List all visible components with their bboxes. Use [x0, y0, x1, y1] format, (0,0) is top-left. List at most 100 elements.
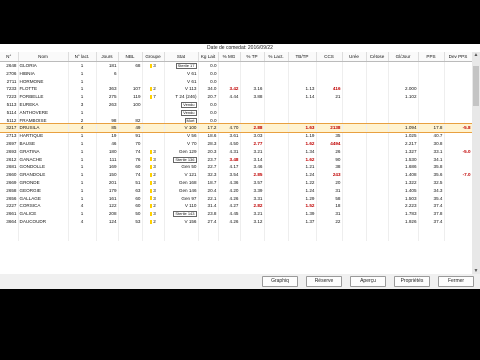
cell-ccs [316, 77, 343, 86]
cell-grp [142, 100, 165, 109]
cell-value: 1 [80, 179, 84, 185]
table-row[interactable]: 5112 FRAMBOISE 2 98 82 Mort 0.0 [0, 116, 472, 125]
graphiq-button[interactable]: Graphiq [262, 276, 298, 287]
cell-value: 3.21 [253, 148, 263, 154]
table-row[interactable]: 2661 GALICE 1 208 50 3 Sterile 143 23.8 4.45 3.21… [0, 210, 472, 218]
table-row[interactable]: 3217 DRUSILA 4 85 49 V 100 17.2 4.70 2.88 1.63 213… [0, 123, 472, 134]
cell-grp: 2 [142, 85, 165, 94]
cell-value: 2.000 [405, 86, 417, 92]
cell-value: 1.327 [405, 148, 417, 154]
column-header[interactable]: N° [0, 52, 19, 62]
proprietes-button[interactable]: Propriétés [394, 276, 430, 287]
column-header[interactable]: PPS [418, 52, 445, 62]
cell-value: 3.16 [253, 86, 263, 92]
cell-value: 37.8 [433, 211, 443, 217]
column-header[interactable]: Gl/Jour [388, 52, 419, 62]
fermer-button[interactable]: Fermer [438, 276, 474, 287]
column-header[interactable]: Stat [164, 52, 199, 62]
cell-jours: 6 [96, 69, 119, 78]
cell-cet [366, 124, 389, 133]
table-row[interactable]: 7233 FLOTTE 1 363 107 2 V 113 34.0 3.42 3.16 1.13 4… [0, 85, 472, 94]
table-row[interactable]: 2660 GRANDOLE 1 150 74 2 V 121 32.3 3.54 2.85 1.24… [0, 171, 472, 179]
cell-jours: 161 [96, 194, 119, 203]
cell-value: 4.27 [229, 203, 239, 209]
table-row[interactable]: 2711 HORMONE 1 V 61 0.0 [0, 77, 472, 86]
cell-jours: 19 [96, 132, 119, 140]
cell-ccs [316, 100, 343, 109]
cell-pps: 37.4 [418, 217, 445, 226]
column-header[interactable]: Urée [342, 52, 367, 62]
cell-kg: 0.0 [198, 108, 219, 117]
cell-pps [418, 69, 445, 78]
table-row[interactable]: 2706 HIBNIA 1 6 V 61 0.0 [0, 69, 472, 78]
column-header[interactable]: Kg Lait [198, 52, 219, 62]
cell-value: 35.6 [433, 172, 443, 178]
table-row[interactable]: 2669 GRONDE 1 201 51 3 Gen 168 18.7 4.36 3.57 1.22… [0, 178, 472, 187]
column-header[interactable]: TB/TP [288, 52, 317, 62]
cell-value: 32.3 [207, 172, 217, 178]
cell-uree [342, 61, 367, 70]
table-row[interactable]: 5113 EUREKA 3 263 100 Vendu 0.0 [0, 100, 472, 109]
cell-ccs [316, 225, 343, 234]
column-header[interactable]: Nom [18, 52, 69, 62]
scroll-up-icon[interactable]: ▲ [472, 52, 480, 59]
apercu-button[interactable]: Aperçu [350, 276, 386, 287]
cell-value: 150 [108, 172, 117, 178]
table-row[interactable]: 3664 DAUCOUDR 4 124 53 2 V 156 27.4 4.26 3.12 1.37… [0, 217, 472, 226]
cell-tbtp [288, 233, 317, 242]
cell-pps [418, 233, 445, 242]
column-header[interactable]: NBL [118, 52, 143, 62]
column-header[interactable]: Jours [96, 52, 119, 62]
cell-value: 0.0 [210, 70, 217, 76]
cell-tbtp: 1.21 [288, 163, 317, 172]
column-header[interactable]: Cétose [366, 52, 389, 62]
table-row[interactable]: 2227 CORSICA 4 122 60 2 V 110 31.4 4.27 2.82 1.52 1… [0, 202, 472, 211]
table-row[interactable]: 2656 GALLAGE 1 161 60 3 Gen 97 22.1 4.26 3.31 1.29… [0, 194, 472, 203]
scroll-thumb[interactable] [473, 66, 479, 106]
column-header[interactable]: % Lact. [264, 52, 289, 62]
column-header[interactable]: % MG [218, 52, 241, 62]
cell-value: Mort [184, 117, 197, 124]
table-row[interactable] [0, 233, 472, 242]
reserve-button[interactable]: Réserve [306, 276, 342, 287]
cell-jours [96, 225, 119, 234]
cell-n: 2706 [0, 69, 19, 78]
cell-value: 1.14 [305, 94, 315, 100]
cell-stat: Vendu [164, 100, 199, 109]
table-row[interactable]: 2713 HARTIQUE 1 19 91 V 56 18.6 3.61 3.03 1.19 35 1… [0, 132, 472, 140]
group-marker-icon [150, 204, 153, 209]
vertical-scrollbar[interactable]: ▲ ▼ [472, 52, 480, 275]
cell-value: 1 [80, 195, 84, 201]
column-header[interactable]: Dev PPS [444, 52, 472, 62]
table-row[interactable]: 5114 ANTHOVERE 1 Vendu 0.0 [0, 108, 472, 117]
table-row[interactable]: 2648 GLORIA 1 181 68 3 Sterile 17 0.0 [0, 61, 472, 70]
table-row[interactable]: 2612 GANACHE 1 111 76 3 Sterile 136 23.7 3.48 3.1… [0, 155, 472, 164]
cell-dev [444, 132, 472, 140]
cell-cet [366, 116, 389, 125]
cell-stat: V 121 [164, 171, 199, 179]
table-row[interactable]: 2681 GONDOLLE 1 169 60 3 Gen 50 22.7 4.17 3.46 1.2… [0, 163, 472, 172]
cell-nbl: 100 [118, 100, 143, 109]
cell-value: V 110 [184, 203, 197, 209]
table-row[interactable] [0, 225, 472, 234]
cell-tp: 2.77 [240, 139, 265, 148]
cell-n: 5113 [0, 100, 19, 109]
column-header[interactable]: N° lact. [68, 52, 97, 62]
cell-tp: 3.39 [240, 186, 265, 195]
table-row[interactable]: 7223 FORBELLE 1 275 119 7 T 24 (246) 20.7 4.44 3.… [0, 93, 472, 101]
column-header[interactable]: Groupe [142, 52, 165, 62]
cell-value: GEORGIE [19, 187, 41, 193]
cell-mg: 4.50 [218, 139, 241, 148]
cell-tp: 3.46 [240, 163, 265, 172]
column-header[interactable]: % TP [240, 52, 265, 62]
table-row[interactable]: 2658 GEORGIE 1 179 63 3 Gen 146 20.4 4.20 3.39 1.2… [0, 186, 472, 195]
cell-ccs: 58 [316, 194, 343, 203]
cell-jours: 46 [96, 139, 119, 148]
table-row[interactable]: 2697 BAUSE 1 46 70 V 70 28.3 4.50 2.77 1.62 4494 2.… [0, 139, 472, 148]
cell-value: 1.13 [305, 86, 315, 92]
table-row[interactable]: 2693 GRATINA 1 180 74 3 Gen 129 20.3 4.31 3.21 1.3… [0, 147, 472, 156]
cell-nom: CORSICA [18, 202, 69, 211]
cell-value: 107 [132, 86, 141, 92]
column-header[interactable]: CCS [316, 52, 343, 62]
cell-lac [264, 233, 289, 242]
